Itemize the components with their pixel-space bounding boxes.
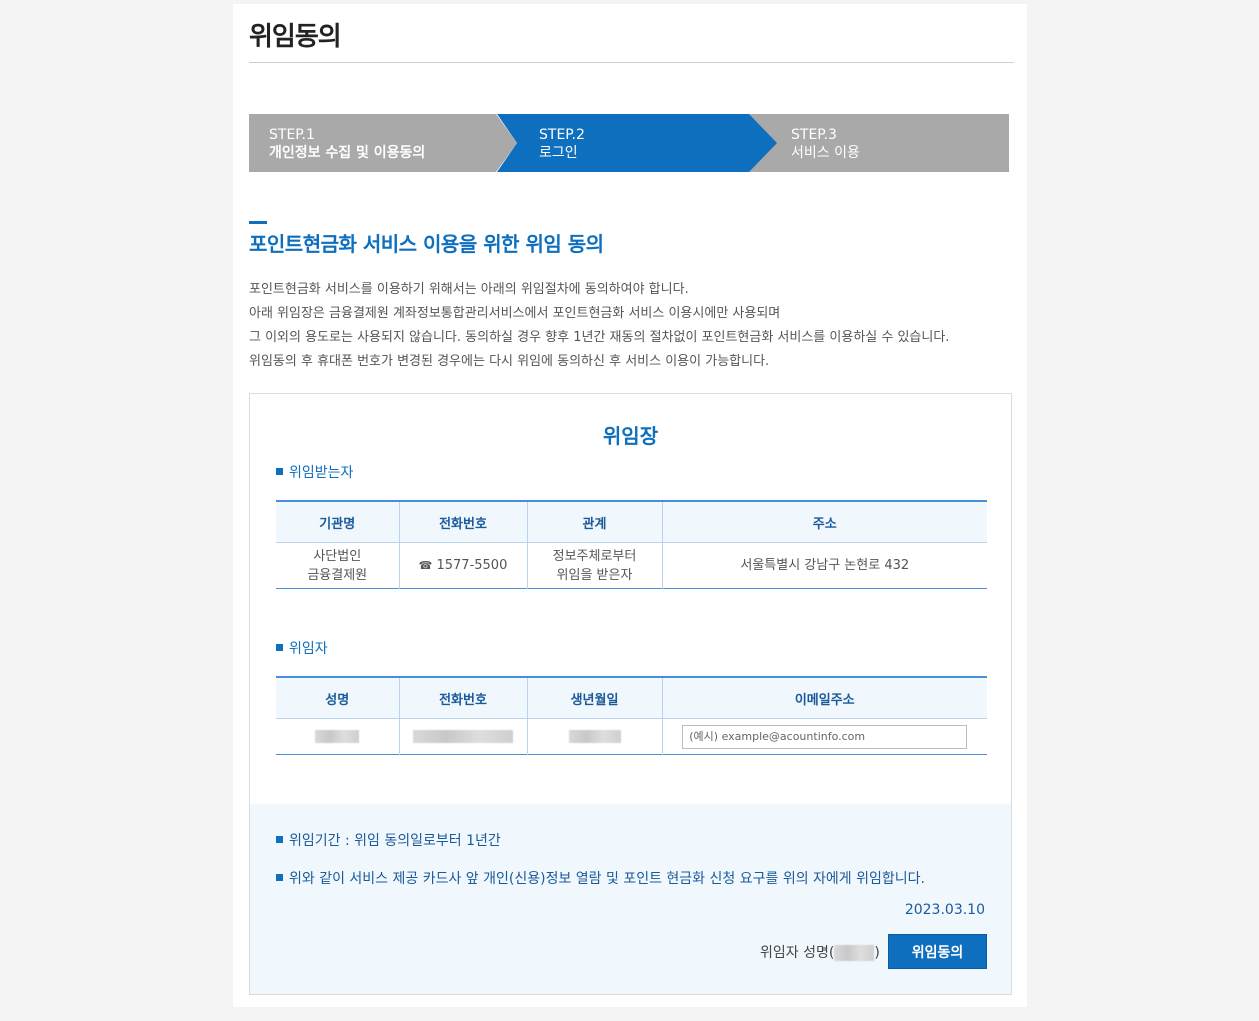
step-3: STEP.3 서비스 이용 [749,114,1009,172]
header-email: 이메일주소 [662,677,987,719]
delegator-label: 위임자 [276,638,328,658]
header-org: 기관명 [276,501,400,543]
section-title: 포인트현금화 서비스 이용을 위한 위임 동의 [249,232,604,256]
intro-line: 아래 위임장은 금융결제원 계좌정보통합관리서비스에서 포인트현금화 서비스 이… [249,306,781,321]
phone-cell [399,718,528,755]
proxy-document: 위임장 위임받는자 기관명 전화번호 관계 주소 사단법인 금융결제원 ☎ 15… [249,393,1012,995]
intro-line: 위임동의 후 휴대폰 번호가 변경된 경우에는 다시 위임에 동의하신 후 서비… [249,354,770,369]
signer-suffix: ) [874,945,880,961]
step-1: STEP.1 개인정보 수집 및 이용동의 [249,114,517,172]
period-line: 위임기간 : 위임 동의일로부터 1년간 [276,830,501,850]
relation-line: 위임을 받은자 [556,567,633,583]
relation-cell: 정보주체로부터 위임을 받은자 [527,542,663,589]
step-indicator: STEP.1 개인정보 수집 및 이용동의 STEP.2 로그인 STEP.3 … [249,114,1009,172]
email-cell [662,719,987,755]
masked-signer-name [834,945,875,961]
header-relation: 관계 [527,501,663,543]
org-line: 사단법인 [313,548,362,564]
title-divider [249,62,1014,63]
phone-number: 1577-5500 [436,558,508,573]
statement-text: 위와 같이 서비스 제공 카드사 앞 개인(신용)정보 열람 및 포인트 현금화… [289,871,925,887]
page-title: 위임동의 [249,22,342,52]
table-header-row: 기관명 전화번호 관계 주소 [276,501,987,543]
table-row: 사단법인 금융결제원 ☎ 1577-5500 정보주체로부터 위임을 받은자 서… [276,542,987,589]
receiver-label-text: 위임받는자 [289,465,354,481]
agree-button[interactable]: 위임동의 [888,934,987,969]
masked-birthdate [568,730,621,743]
delegator-label-text: 위임자 [289,641,328,657]
name-cell [276,718,400,755]
step-2-label: 로그인 [539,145,578,161]
table-header-row: 성명 전화번호 생년월일 이메일주소 [276,677,987,719]
intro-line: 포인트현금화 서비스를 이용하기 위해서는 아래의 위임절차에 동의하여야 합니… [249,282,689,297]
header-phone: 전화번호 [399,677,528,719]
relation-line: 정보주체로부터 [552,548,637,564]
square-bullet-icon [276,835,283,843]
square-bullet-icon [276,873,283,881]
page-container: 위임동의 STEP.1 개인정보 수집 및 이용동의 STEP.2 로그인 ST… [233,4,1027,1007]
header-address: 주소 [662,501,987,543]
step-3-label: 서비스 이용 [791,145,860,161]
email-input[interactable] [682,724,968,749]
address-cell: 서울특별시 강남구 논현로 432 [740,558,910,573]
consent-date: 2023.03.10 [904,902,985,918]
receiver-label: 위임받는자 [276,462,353,482]
intro-text: 포인트현금화 서비스를 이용하기 위해서는 아래의 위임절차에 동의하여야 합니… [249,278,1019,374]
step-2-number: STEP.2 [539,127,585,143]
step-1-label: 개인정보 수집 및 이용동의 [269,145,426,161]
statement-line: 위와 같이 서비스 제공 카드사 앞 개인(신용)정보 열람 및 포인트 현금화… [276,868,925,888]
header-name: 성명 [276,677,400,719]
step-2-active: STEP.2 로그인 [497,114,777,172]
square-bullet-icon [276,643,283,651]
phone-cell: ☎ 1577-5500 [399,542,528,589]
masked-name [315,730,360,743]
table-row [276,718,987,755]
org-cell: 사단법인 금융결제원 [276,542,400,589]
phone-icon: ☎ [418,559,433,572]
org-line: 금융결제원 [307,567,368,583]
step-1-number: STEP.1 [269,127,315,143]
birthdate-cell [527,718,663,755]
delegator-table: 성명 전화번호 생년월일 이메일주소 [276,676,987,755]
intro-line: 그 이외의 용도로는 사용되지 않습니다. 동의하실 경우 향후 1년간 재동의… [249,330,950,345]
delegation-summary: 위임기간 : 위임 동의일로부터 1년간 위와 같이 서비스 제공 카드사 앞 … [250,804,1011,994]
square-bullet-icon [276,467,283,475]
period-text: 위임기간 : 위임 동의일로부터 1년간 [289,833,501,849]
step-3-number: STEP.3 [791,127,837,143]
section-accent-bar [249,221,267,224]
signer-name: 위임자 성명() [760,942,880,962]
signer-prefix: 위임자 성명( [760,945,835,961]
header-phone: 전화번호 [399,501,528,543]
masked-phone [413,730,513,743]
header-birthdate: 생년월일 [527,677,663,719]
receiver-table: 기관명 전화번호 관계 주소 사단법인 금융결제원 ☎ 1577-5500 정보… [276,500,987,589]
proxy-title: 위임장 [602,424,659,448]
